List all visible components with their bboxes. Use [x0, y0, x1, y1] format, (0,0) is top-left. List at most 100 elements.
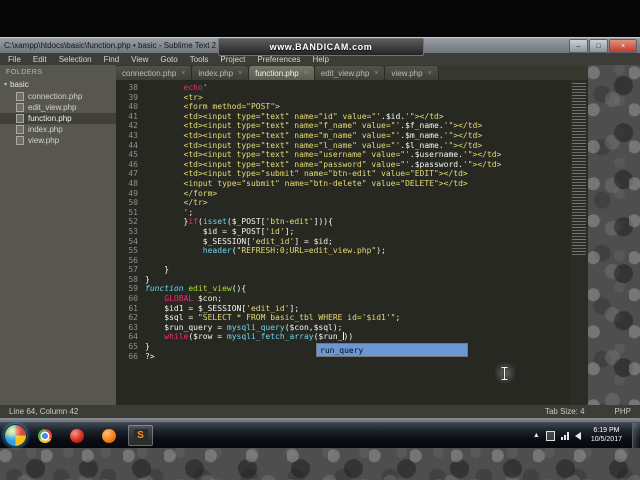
tab-label: connection.php — [122, 68, 177, 78]
sidebar-file-function.php[interactable]: function.php — [0, 113, 116, 124]
bandicam-watermark-text: www.BANDICAM.com — [269, 42, 373, 52]
sidebar-folder-label: basic — [10, 80, 29, 89]
tab-close-icon[interactable]: × — [238, 70, 242, 77]
line-number: 60 — [128, 294, 138, 304]
line-number: 44 — [128, 140, 138, 150]
code-line: 41 <td><input type="text" name="id" valu… — [116, 112, 588, 122]
menu-item-view[interactable]: View — [125, 55, 154, 64]
line-code: </form> — [145, 188, 218, 198]
tab-close-icon[interactable]: × — [374, 70, 378, 77]
code-line: 48 <input type="submit" name="btn-delete… — [116, 179, 588, 189]
chrome-taskbar-button[interactable] — [32, 425, 57, 446]
line-code: $run_query = mysqli_query($con,$sql); — [145, 322, 343, 332]
autocomplete-item[interactable]: run_query — [317, 344, 467, 356]
syntax-status[interactable]: PHP — [615, 407, 631, 416]
code-editor[interactable]: 38 echo' 39 <tr> 40 <form method="POST"> 41… — [116, 80, 588, 405]
line-code: <input type="submit" name="btn-delete" v… — [145, 178, 468, 188]
line-code: echo' — [183, 83, 208, 92]
file-icon — [16, 103, 24, 112]
code-line: 38 echo' — [116, 83, 588, 93]
line-number: 45 — [128, 150, 138, 160]
line-number: 48 — [128, 178, 138, 188]
minimap[interactable] — [570, 80, 588, 405]
minimize-button[interactable]: – — [569, 39, 588, 53]
menu-item-selection[interactable]: Selection — [53, 55, 98, 64]
code-line: 54 $_SESSION['edit_id'] = $id; — [116, 237, 588, 247]
volume-icon[interactable] — [574, 431, 581, 440]
taskbar-clock[interactable]: 6:19 PM 10/5/2017 — [587, 427, 626, 444]
code-line: 44 <td><input type="text" name="l_name" … — [116, 141, 588, 151]
menu-item-file[interactable]: File — [2, 55, 27, 64]
line-code: ?> — [145, 351, 155, 361]
show-desktop-button[interactable] — [632, 423, 640, 448]
sublime-taskbar-button[interactable]: S — [128, 425, 153, 446]
line-number: 53 — [128, 226, 138, 236]
line-code: <td><input type="submit" name="btn-edit"… — [145, 169, 468, 179]
sidebar-file-view.php[interactable]: view.php — [0, 135, 116, 146]
sidebar-file-label: function.php — [28, 114, 72, 123]
network-icon[interactable] — [560, 431, 569, 440]
line-code: }if(isset($_POST['btn-edit'])){ — [145, 217, 333, 227]
sidebar-file-list: connection.php edit_view.php function.php i… — [0, 91, 116, 146]
sublime-text-icon: S — [133, 428, 148, 443]
code-line: 57 } — [116, 265, 588, 275]
sidebar-file-label: edit_view.php — [28, 103, 77, 112]
menu-item-find[interactable]: Find — [98, 55, 126, 64]
menu-item-tools[interactable]: Tools — [184, 55, 215, 64]
code-line: 56 — [116, 256, 588, 266]
desktop-background-bottom — [0, 448, 640, 480]
sidebar-file-edit_view.php[interactable]: edit_view.php — [0, 102, 116, 113]
xampp-taskbar-button[interactable] — [96, 425, 121, 446]
code-line: 46 <td><input type="text" name="password… — [116, 160, 588, 170]
menu-item-goto[interactable]: Goto — [154, 55, 183, 64]
media-player-taskbar-button[interactable] — [64, 425, 89, 446]
code-line: 60 GLOBAL $con; — [116, 294, 588, 304]
tab-size-status[interactable]: Tab Size: 4 — [545, 407, 585, 416]
line-code: } — [145, 342, 150, 352]
code-line: 63 $run_query = mysqli_query($con,$sql); — [116, 323, 588, 333]
line-code: <td><input type="text" name="m_name" val… — [145, 130, 483, 140]
line-code: header("REFRESH:0;URL=edit_view.php"); — [202, 246, 386, 256]
tab-index.php[interactable]: index.php × — [192, 66, 250, 80]
line-code: <td><input type="text" name="username" v… — [145, 150, 502, 160]
line-number: 59 — [128, 284, 138, 294]
line-number: 57 — [128, 265, 138, 275]
line-number: 52 — [128, 217, 138, 227]
window-controls: – □ × — [569, 39, 637, 53]
sidebar[interactable]: FOLDERS ▾ basic connection.php edit_view.… — [0, 65, 116, 405]
tray-expand-icon[interactable]: ▲ — [533, 432, 540, 439]
tab-close-icon[interactable]: × — [304, 70, 308, 77]
line-number: 56 — [128, 255, 138, 265]
line-number: 62 — [128, 313, 138, 323]
taskbar-icons: S — [32, 425, 153, 446]
line-number: 40 — [128, 102, 138, 112]
line-code: } — [145, 265, 170, 275]
tab-close-icon[interactable]: × — [181, 70, 185, 77]
sidebar-file-index.php[interactable]: index.php — [0, 124, 116, 135]
menu-item-edit[interactable]: Edit — [27, 55, 53, 64]
tab-close-icon[interactable]: × — [428, 70, 432, 77]
line-code: <td><input type="text" name="password" v… — [145, 159, 502, 169]
line-code: <form method="POST"> — [145, 102, 280, 112]
file-icon — [16, 114, 24, 123]
start-button[interactable] — [4, 424, 27, 447]
code-line: 58} — [116, 275, 588, 285]
line-code: <tr> — [145, 92, 203, 102]
code-line: 49 </form> — [116, 189, 588, 199]
sidebar-file-label: index.php — [28, 125, 63, 134]
sidebar-folder-basic[interactable]: ▾ basic — [0, 79, 116, 91]
code-line: 55 header("REFRESH:0;URL=edit_view.php")… — [116, 246, 588, 256]
tab-label: view.php — [391, 68, 423, 78]
close-button[interactable]: × — [609, 39, 637, 53]
tab-edit_view.php[interactable]: edit_view.php × — [314, 66, 386, 80]
sidebar-file-connection.php[interactable]: connection.php — [0, 91, 116, 102]
folder-expand-arrow-icon[interactable]: ▾ — [4, 81, 7, 88]
maximize-button[interactable]: □ — [589, 39, 608, 53]
line-number: 55 — [128, 246, 138, 256]
tray-app-icon[interactable] — [545, 430, 555, 441]
line-number: 46 — [128, 159, 138, 169]
tab-view.php[interactable]: view.php × — [385, 66, 439, 80]
tab-connection.php[interactable]: connection.php × — [116, 66, 193, 80]
tab-function.php[interactable]: function.php × — [249, 66, 315, 80]
code-line: 47 <td><input type="submit" name="btn-ed… — [116, 169, 588, 179]
